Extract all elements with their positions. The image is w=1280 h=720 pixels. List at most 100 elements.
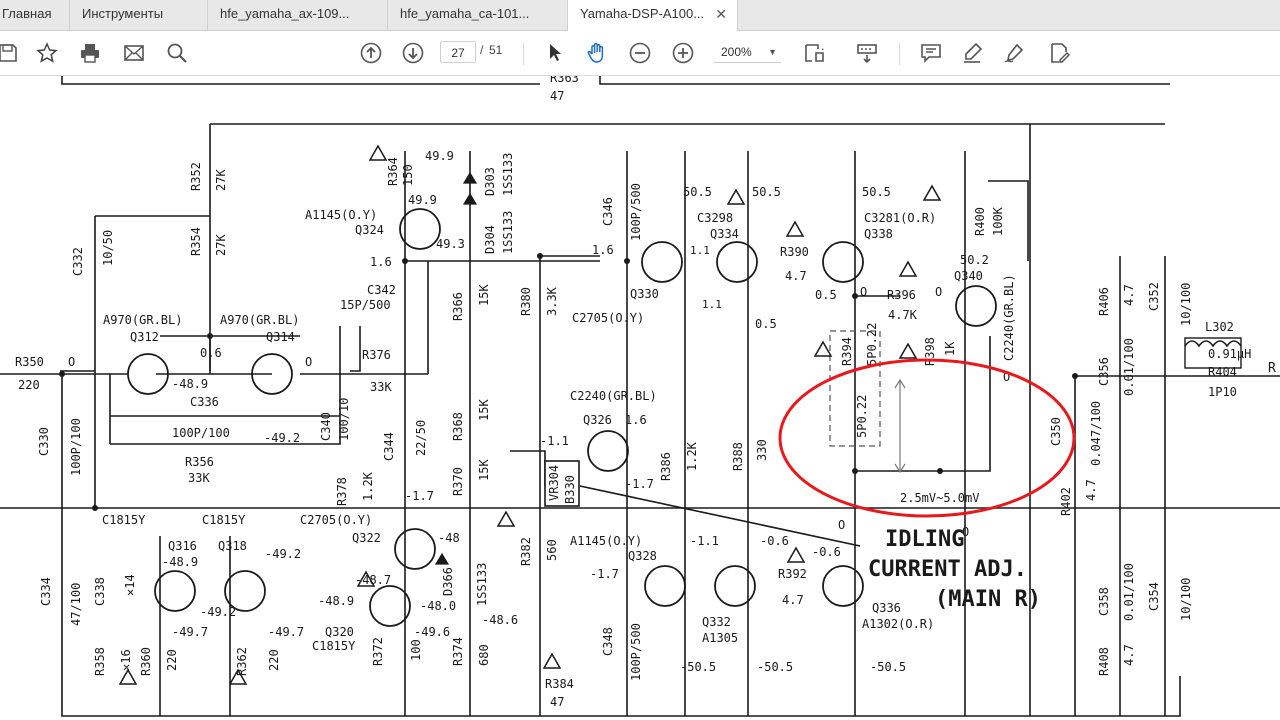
- label-d303: D303: [483, 167, 497, 196]
- label-q324: Q324: [355, 223, 384, 237]
- label-v100: 100: [409, 639, 423, 661]
- label-v50-5d: -50.5: [680, 660, 716, 674]
- measure-arrow-icon: [894, 378, 906, 474]
- label-r388: R388: [731, 442, 745, 471]
- label-v1-2k-a: 1.2K: [361, 471, 375, 501]
- schematic-stroke: [496, 510, 516, 527]
- schematic-stroke: [92, 505, 98, 511]
- label-v1-7a: -1.7: [405, 489, 434, 503]
- label-v15k-b: 15K: [477, 399, 491, 421]
- search-icon[interactable]: [163, 39, 191, 67]
- label-c352: C352: [1147, 282, 1161, 311]
- label-q326: Q326: [583, 413, 612, 427]
- prev-page-icon[interactable]: [357, 39, 385, 67]
- label-v47-100: 47/100: [69, 583, 83, 626]
- label-v48a: -48: [438, 531, 460, 545]
- label-q328: Q328: [628, 549, 657, 563]
- label-v33k-a: 33K: [188, 471, 210, 485]
- zoom-out-icon[interactable]: [626, 39, 654, 67]
- label-v48-9b: -48.9: [162, 555, 198, 569]
- label-v10-50: 10/50: [101, 230, 115, 266]
- label-q336: Q336: [872, 601, 901, 615]
- label-v15k-c: 15K: [477, 459, 491, 481]
- transistor-q316: [154, 570, 196, 612]
- label-zero-e: O: [838, 518, 845, 532]
- label-v1-7b: -1.7: [625, 477, 654, 491]
- label-a1145a: A1145(O.Y): [305, 208, 377, 222]
- label-v50-5a: 50.5: [683, 185, 712, 199]
- schematic-stroke: [1072, 373, 1078, 379]
- transistor-q326: [587, 430, 629, 472]
- label-v4-7a: 4.7: [785, 269, 807, 283]
- label-v100-10: 100/10: [337, 398, 351, 441]
- label-v22-50: 22/50: [414, 420, 428, 456]
- email-icon[interactable]: [120, 39, 148, 67]
- schematic-stroke: [855, 295, 991, 472]
- diode-d366: [434, 552, 450, 565]
- edit-pdf-icon[interactable]: [1045, 39, 1073, 67]
- label-r360: R360: [139, 647, 153, 676]
- label-v47b: 47: [550, 695, 564, 709]
- label-main-r: (MAIN R): [935, 587, 1041, 612]
- label-l302: L302: [1205, 320, 1234, 334]
- highlight-icon[interactable]: [958, 39, 986, 67]
- label-v48-9a: -48.9: [172, 377, 208, 391]
- label-c346: C346: [601, 197, 615, 226]
- label-r350: R350: [15, 355, 44, 369]
- label-r374: R374: [451, 637, 465, 666]
- label-v49-2c: -49.2: [200, 605, 236, 619]
- transistor-q340: [955, 285, 997, 327]
- comment-icon[interactable]: [917, 39, 945, 67]
- label-c2705a: C2705(O.Y): [572, 311, 644, 325]
- label-v220a: 220: [18, 378, 40, 392]
- label-r408: R408: [1097, 647, 1111, 676]
- label-d366: D366: [441, 567, 455, 596]
- page-number-input[interactable]: 27: [440, 41, 476, 63]
- label-c336: C336: [190, 395, 219, 409]
- label-v1-1b: 1.1: [702, 298, 722, 311]
- label-r386: R386: [659, 452, 673, 481]
- tab-home[interactable]: Главная: [0, 0, 70, 30]
- schematic-stroke: [542, 652, 562, 669]
- tab-document-1[interactable]: hfe_yamaha_ax-109...: [208, 0, 388, 30]
- zoom-in-icon[interactable]: [669, 39, 697, 67]
- page-display-icon[interactable]: [800, 39, 828, 67]
- label-r404: R404: [1208, 365, 1237, 379]
- print-icon[interactable]: [76, 39, 104, 67]
- label-b330: B330: [563, 475, 577, 504]
- scroll-mode-icon[interactable]: [853, 39, 881, 67]
- schematic-stroke: [852, 293, 858, 299]
- save-icon[interactable]: [0, 39, 22, 67]
- tab-label: hfe_yamaha_ax-109...: [220, 6, 350, 21]
- label-v48-9c: -48.9: [318, 594, 354, 608]
- label-x14: ✕14: [123, 574, 137, 596]
- select-arrow-icon[interactable]: [541, 39, 569, 67]
- document-view[interactable]: R363 47 R352 27K R354 27K C332 10/50 R36…: [0, 76, 1280, 720]
- label-r406: R406: [1097, 287, 1111, 316]
- schematic-stroke: [207, 333, 213, 339]
- label-a970b: A970(GR.BL): [220, 313, 299, 327]
- label-v50-5b: 50.5: [752, 185, 781, 199]
- bookmark-star-icon[interactable]: [33, 39, 61, 67]
- label-vr304: VR304: [547, 465, 561, 501]
- label-c2240a: C2240(GR.BL): [1002, 274, 1016, 361]
- schematic-stroke: [786, 546, 806, 563]
- label-v1-7c: -1.7: [590, 567, 619, 581]
- close-icon[interactable]: ✕: [715, 0, 727, 28]
- label-v0-01-100a: 0.01/100: [1122, 338, 1136, 396]
- zoom-select[interactable]: 200% ▼: [713, 41, 781, 63]
- page-separator: /: [480, 43, 484, 57]
- sign-icon[interactable]: [1000, 39, 1028, 67]
- tab-label: Yamaha-DSP-A100...: [580, 6, 705, 21]
- tab-document-2[interactable]: hfe_yamaha_ca-101...: [388, 0, 568, 30]
- schematic-stroke: [852, 468, 858, 474]
- label-q340: Q340: [954, 269, 983, 283]
- tab-tools[interactable]: Инструменты: [70, 0, 208, 30]
- schematic-stroke: [898, 342, 918, 359]
- next-page-icon[interactable]: [399, 39, 427, 67]
- label-v560: 560: [545, 539, 559, 561]
- hand-tool-icon[interactable]: [583, 39, 611, 67]
- label-c338: C338: [93, 577, 107, 606]
- tab-document-active[interactable]: Yamaha-DSP-A100... ✕: [568, 0, 738, 31]
- label-v47a: 47: [550, 89, 564, 103]
